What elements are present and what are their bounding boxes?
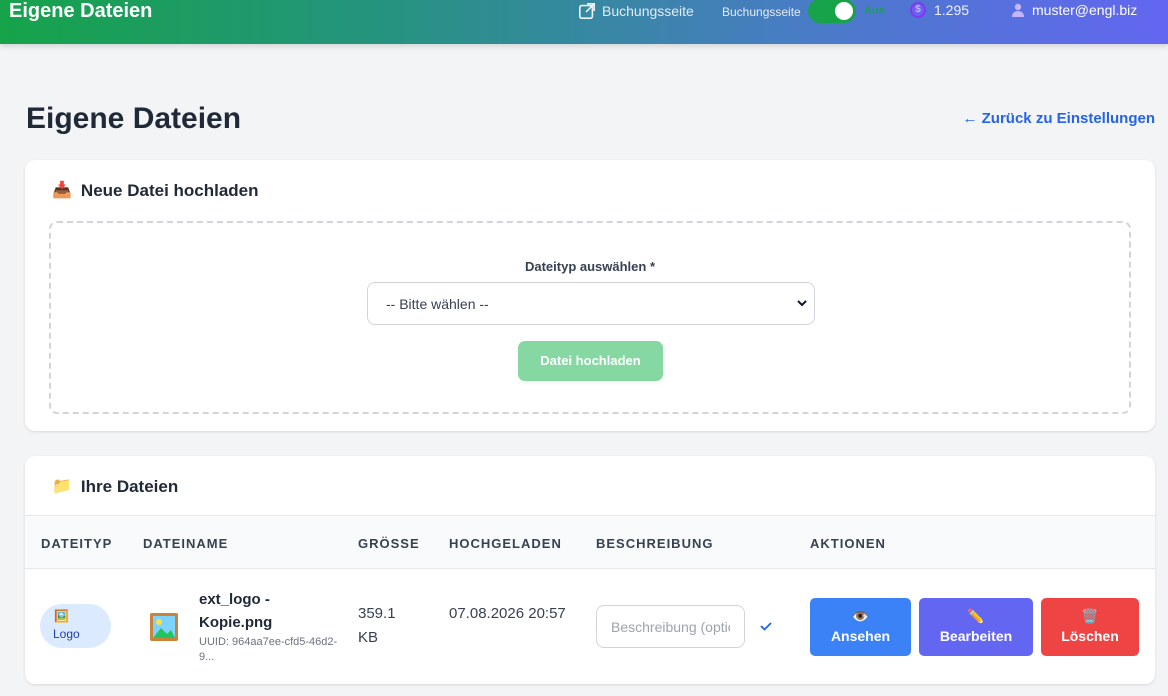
booking-toggle[interactable]	[808, 0, 856, 23]
chevron-down-icon	[797, 300, 807, 307]
brand-title[interactable]: Eigene Dateien	[9, 0, 152, 22]
file-name: ext_logo - Kopie.png	[199, 591, 273, 631]
credits-display[interactable]: $ 1.295	[910, 2, 969, 18]
page-title: Eigene Dateien	[26, 102, 242, 135]
folder-icon: 📁	[52, 478, 72, 495]
files-title-text: Ihre Dateien	[80, 477, 179, 496]
view-button[interactable]: 👁️ Ansehen	[810, 598, 911, 656]
booking-link-label: Buchungsseite	[602, 3, 694, 19]
column-header-actions: AKTIONEN	[810, 536, 886, 551]
back-to-settings-link[interactable]: ← Zurück zu Einstellungen	[962, 110, 1155, 127]
user-menu[interactable]: muster@engl.biz	[1012, 2, 1137, 18]
edit-button-label: Bearbeiten	[939, 628, 1013, 644]
toggle-label: Buchungsseite	[722, 5, 801, 19]
column-header-size: GRÖSSE	[358, 536, 420, 551]
user-icon	[1012, 3, 1024, 17]
delete-button[interactable]: 🗑️ Löschen	[1041, 598, 1139, 656]
upload-file-button[interactable]: Datei hochladen	[518, 341, 663, 381]
external-link-icon	[578, 2, 596, 20]
table-row: 🖼️ Logo ext_logo - Kopie.png UUID: 964aa…	[25, 569, 1155, 684]
user-email: muster@engl.biz	[1032, 2, 1138, 18]
eye-icon: 👁️	[851, 608, 870, 624]
upload-card-title: 📥 Neue Datei hochladen	[52, 181, 259, 201]
view-button-label: Ansehen	[830, 628, 891, 644]
column-header-filetype: DATEITYP	[41, 536, 113, 551]
upload-card: 📥 Neue Datei hochladen Dateityp auswähle…	[25, 160, 1155, 431]
files-table-header: DATEITYP DATEINAME GRÖSSE HOCHGELADEN BE…	[25, 515, 1155, 569]
image-file-icon	[150, 613, 178, 641]
booking-page-link[interactable]: Buchungsseite	[578, 2, 694, 20]
column-header-filename: DATEINAME	[143, 536, 229, 551]
check-icon[interactable]	[759, 619, 773, 633]
file-uuid: UUID: 964aa7ee-cfd5-46d2-9...	[199, 636, 338, 663]
files-card: 📁 Ihre Dateien DATEITYP DATEINAME GRÖSSE…	[25, 456, 1155, 684]
filetype-label: Dateityp auswählen *	[524, 259, 656, 274]
file-uploaded-date: 07.08.2026 20:57	[449, 605, 566, 622]
filetype-select-value: -- Bitte wählen --	[386, 296, 489, 312]
credits-value: 1.295	[934, 2, 970, 18]
upload-title-text: Neue Datei hochladen	[80, 181, 259, 200]
description-input[interactable]	[596, 605, 745, 648]
column-header-uploaded: HOCHGELADEN	[449, 536, 562, 551]
filetype-select[interactable]: -- Bitte wählen --	[367, 282, 815, 325]
inbox-tray-icon: 📥	[52, 182, 72, 199]
upload-dropzone[interactable]: Dateityp auswählen * -- Bitte wählen -- …	[49, 221, 1131, 414]
trash-icon: 🗑️	[1081, 608, 1099, 624]
files-card-title: 📁 Ihre Dateien	[52, 477, 178, 497]
filetype-badge: 🖼️ Logo	[40, 604, 111, 648]
top-navbar: Eigene Dateien Buchungsseite Buchungssei…	[0, 0, 1168, 44]
coin-icon: $	[910, 2, 926, 18]
delete-button-label: Löschen	[1061, 628, 1119, 644]
filetype-badge-label: Logo	[53, 627, 80, 641]
file-size: 359.1 KB	[358, 605, 396, 646]
edit-button[interactable]: ✏️ Bearbeiten	[919, 598, 1033, 656]
image-icon: 🖼️	[54, 609, 69, 623]
column-header-description: BESCHREIBUNG	[596, 536, 714, 551]
toggle-state-text: Aus	[864, 5, 885, 17]
toggle-knob	[835, 2, 853, 20]
pencil-icon: ✏️	[967, 608, 985, 624]
